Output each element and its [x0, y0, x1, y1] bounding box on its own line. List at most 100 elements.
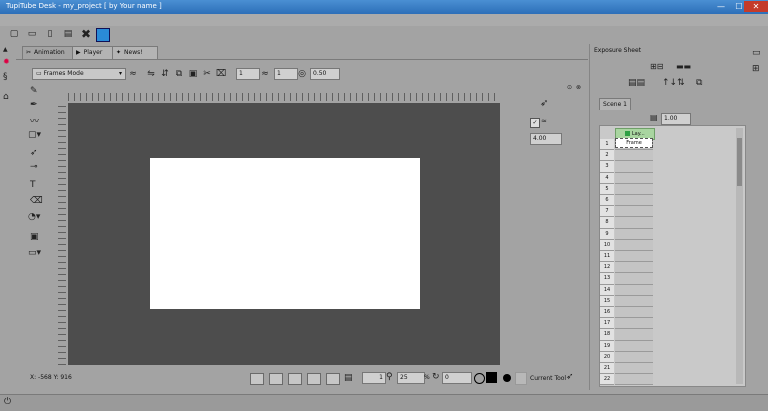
- frame-cell[interactable]: [615, 295, 653, 307]
- insert-frame-icon[interactable]: ▤▤: [628, 78, 645, 88]
- settings-panel-icon[interactable]: ⊞: [752, 64, 760, 74]
- onion-next-icon[interactable]: ≈: [260, 69, 270, 79]
- vertical-scrollbar[interactable]: [736, 128, 743, 384]
- frame-cell[interactable]: [615, 340, 653, 352]
- frame-cell[interactable]: [615, 172, 653, 184]
- new-file-icon[interactable]: ▢: [8, 28, 20, 40]
- scissors-icon[interactable]: ✂: [202, 69, 212, 79]
- exposure-table[interactable]: Lay... 1 2 3 4 5 6 7 8 9 10 11 12 13 14 15 16 17 18 19 20 21…: [599, 125, 746, 387]
- add-remove-layer-icon[interactable]: ⊞⊟: [650, 62, 663, 71]
- fill-icon[interactable]: ◔▾: [28, 212, 40, 222]
- view-4-button[interactable]: [307, 373, 321, 385]
- mode-select[interactable]: ▭ Frames Mode ▾: [32, 68, 126, 80]
- rotation-select[interactable]: 0: [442, 372, 472, 384]
- frame-cell-selected[interactable]: Frame: [615, 138, 653, 148]
- dock-splitter[interactable]: [589, 44, 590, 390]
- frames-icon[interactable]: ▤: [344, 373, 353, 383]
- onion-next-spinbox[interactable]: 1: [274, 68, 298, 80]
- frame-cell[interactable]: [615, 183, 653, 195]
- trash-icon[interactable]: ⌧: [216, 69, 226, 79]
- view-3-button[interactable]: [288, 373, 302, 385]
- panel-float-icon[interactable]: ⊙: [567, 84, 572, 91]
- menu-area: [0, 14, 768, 26]
- frame-cell[interactable]: [615, 217, 653, 229]
- selection-icon[interactable]: ➶: [30, 148, 38, 158]
- flip-vertical-icon[interactable]: ⇵: [160, 69, 170, 79]
- frame-cell[interactable]: [615, 228, 653, 240]
- tab-scene-1[interactable]: Scene 1: [599, 98, 631, 110]
- view-5-button[interactable]: [326, 373, 340, 385]
- text-tool-icon[interactable]: T: [30, 180, 36, 190]
- node-icon[interactable]: ⊸: [30, 162, 38, 172]
- paste-icon[interactable]: ▣: [188, 69, 198, 79]
- frame-cell[interactable]: [615, 374, 653, 386]
- frame-spinbox[interactable]: 1: [362, 372, 386, 384]
- pen-icon[interactable]: §: [3, 72, 8, 82]
- library-icon[interactable]: ⌂: [3, 92, 9, 102]
- fill-color-swatch[interactable]: [486, 372, 497, 383]
- image-icon[interactable]: ▭▾: [28, 248, 41, 258]
- close-project-icon[interactable]: ✖: [80, 27, 92, 41]
- frame-row-number: 6: [600, 195, 614, 207]
- color-palette-icon[interactable]: ✹: [3, 57, 10, 66]
- library-panel-icon[interactable]: ▭: [752, 48, 761, 58]
- onion-previous-spinbox[interactable]: 1: [236, 68, 260, 80]
- flip-horizontal-icon[interactable]: ⇋: [146, 69, 156, 79]
- frame-cell[interactable]: [615, 195, 653, 207]
- frame-cell[interactable]: [615, 251, 653, 263]
- fps-spinbox[interactable]: 1.00: [661, 113, 691, 125]
- rectangle-icon[interactable]: ▢▾: [28, 130, 41, 140]
- drawing-paper[interactable]: [150, 158, 420, 309]
- frame-cell[interactable]: [615, 206, 653, 218]
- frame-row-number: 2: [600, 150, 614, 162]
- camera-icon[interactable]: ▣: [30, 232, 39, 242]
- open-folder-icon[interactable]: ▭: [26, 28, 38, 40]
- frame-cell[interactable]: [615, 150, 653, 162]
- pencil-icon[interactable]: ✎: [30, 86, 38, 96]
- frame-row-number: 4: [600, 172, 614, 184]
- frame-cell[interactable]: [615, 307, 653, 319]
- view-2-button[interactable]: [269, 373, 283, 385]
- tab-animation[interactable]: ✂ Animation: [22, 46, 78, 59]
- background-color-swatch[interactable]: [515, 372, 527, 385]
- frame-cell[interactable]: [615, 273, 653, 285]
- brush-checkbox[interactable]: ✓: [530, 118, 540, 128]
- frame-cell[interactable]: [615, 284, 653, 296]
- move-frame-icon[interactable]: ↑↓⇅: [662, 78, 685, 88]
- opacity-spinbox[interactable]: 0.50: [310, 68, 340, 80]
- status-bar: ⏻: [0, 394, 768, 411]
- brush-color-icon[interactable]: [503, 374, 511, 382]
- frame-cell[interactable]: [615, 318, 653, 330]
- ink-icon[interactable]: ✒: [30, 100, 38, 110]
- eraser-icon[interactable]: ⌫: [30, 196, 43, 206]
- frame-row-number: 18: [600, 329, 614, 341]
- save-as-icon[interactable]: ▤: [62, 28, 74, 40]
- opacity-icon[interactable]: ◎: [297, 69, 307, 79]
- contour-color-icon[interactable]: [474, 373, 485, 384]
- frame-cell[interactable]: [615, 329, 653, 341]
- copy-frame-icon[interactable]: ⧉: [696, 78, 702, 88]
- frame-cell[interactable]: [615, 262, 653, 274]
- frame-row-number: 10: [600, 239, 614, 251]
- layer-folder-icon[interactable]: ▬▬: [676, 62, 691, 71]
- collapse-up-icon[interactable]: ▲: [3, 46, 8, 53]
- layer-visible-icon[interactable]: [625, 131, 631, 136]
- frame-cell[interactable]: [615, 351, 653, 363]
- tab-news[interactable]: ✦ News!: [112, 46, 158, 59]
- animation-mode-icon[interactable]: [96, 28, 110, 42]
- polyline-icon[interactable]: 〰: [30, 114, 39, 127]
- panel-close-icon[interactable]: ⊗: [576, 84, 581, 91]
- zoom-spinbox[interactable]: 25: [397, 372, 425, 384]
- onion-skin-icon[interactable]: ≈: [128, 69, 138, 79]
- brush-size-spinbox[interactable]: 4.00: [530, 133, 562, 145]
- frame-cell[interactable]: [615, 161, 653, 173]
- save-icon[interactable]: ▯: [44, 28, 56, 40]
- frame-cell[interactable]: [615, 363, 653, 375]
- close-button[interactable]: ✕: [744, 1, 768, 12]
- frame-cell[interactable]: [615, 239, 653, 251]
- scrollbar-thumb[interactable]: [737, 138, 742, 186]
- power-icon[interactable]: ⏻: [4, 397, 11, 407]
- view-1-button[interactable]: [250, 373, 264, 385]
- minimize-button[interactable]: —: [712, 1, 730, 12]
- copy-icon[interactable]: ⧉: [174, 69, 184, 79]
